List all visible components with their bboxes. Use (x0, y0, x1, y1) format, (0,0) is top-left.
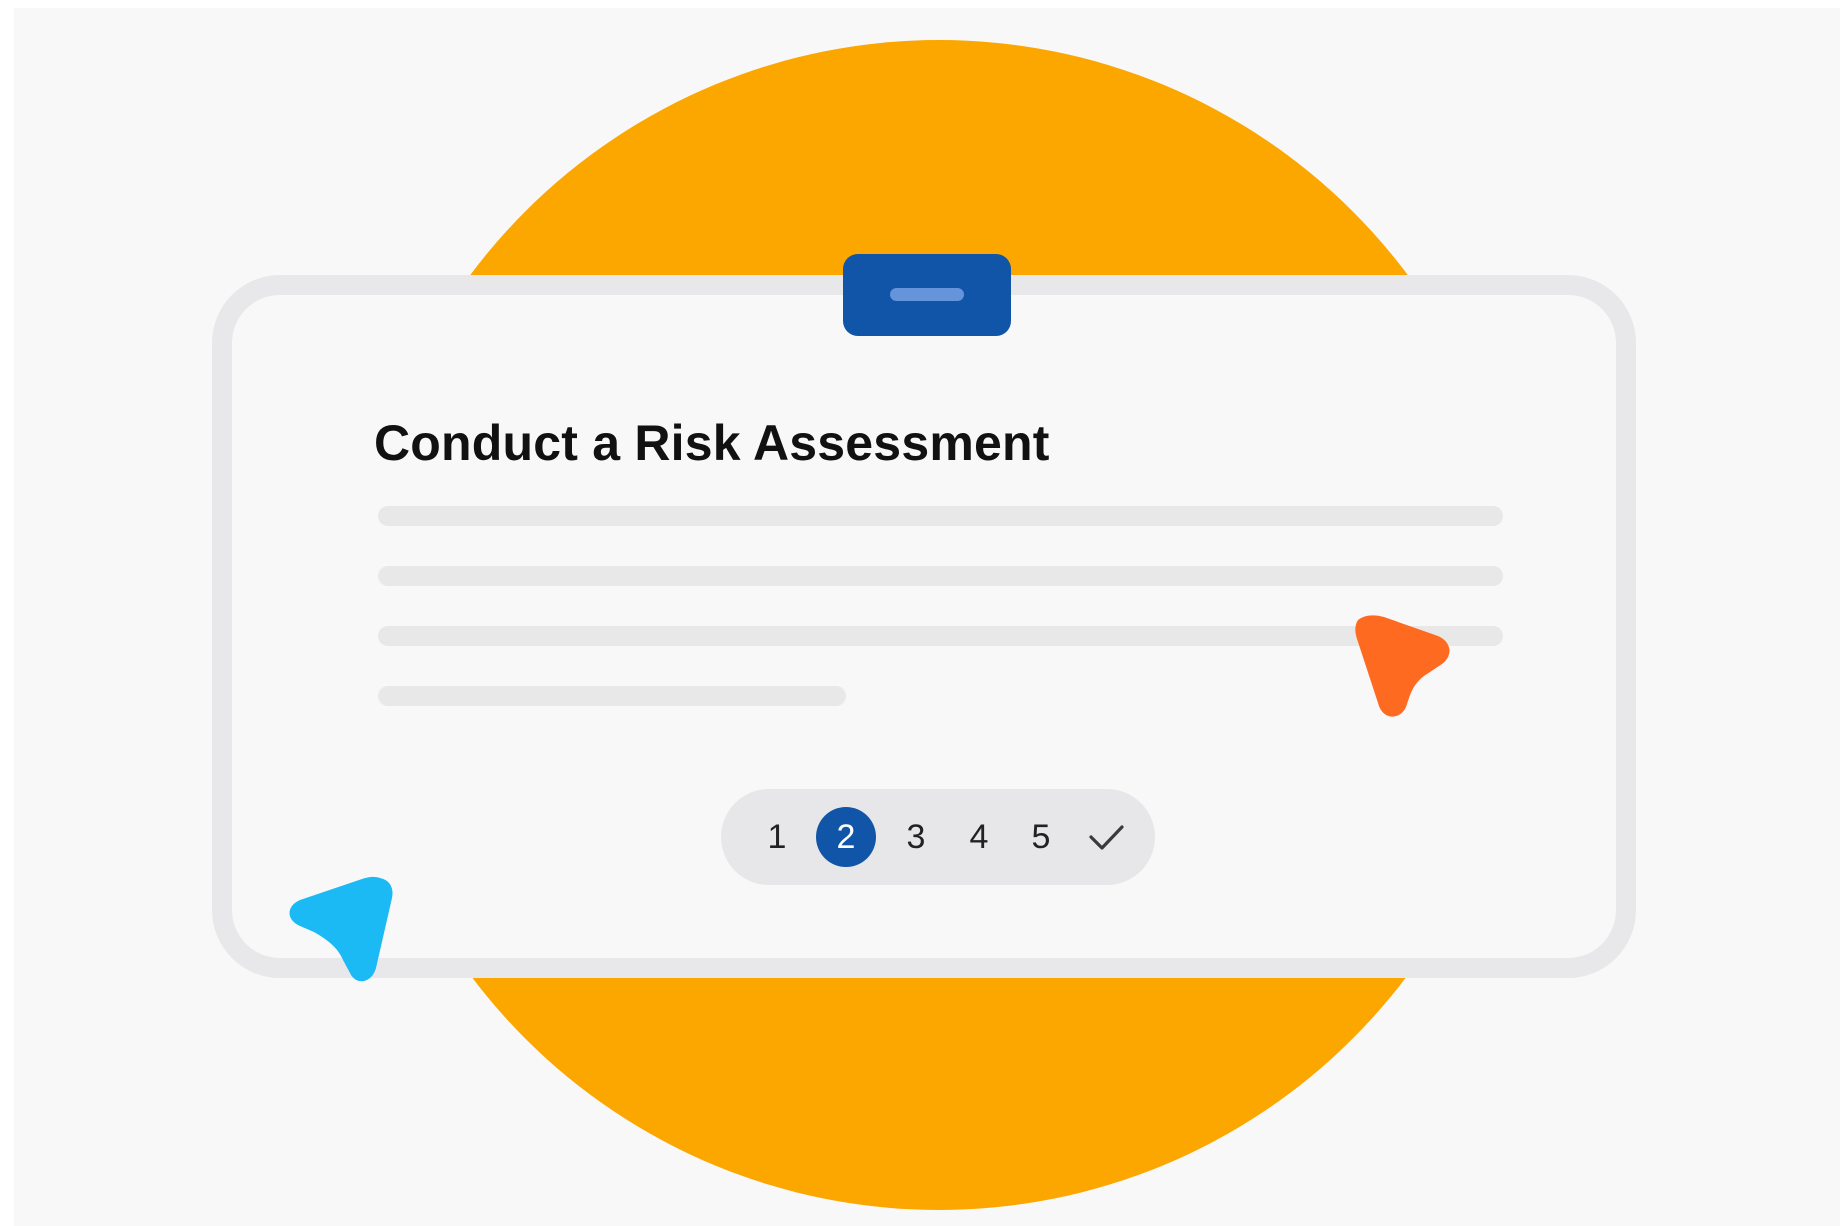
placeholder-text-line (378, 506, 1503, 526)
placeholder-text-line (378, 566, 1503, 586)
step-5-button[interactable]: 5 (1011, 807, 1071, 867)
clip-tab-icon (843, 254, 1011, 336)
placeholder-text-line (378, 686, 846, 706)
card-title: Conduct a Risk Assessment (374, 415, 1050, 471)
checkmark-icon[interactable] (1086, 817, 1126, 857)
step-3-button[interactable]: 3 (886, 807, 946, 867)
cursor-arrow-icon (289, 876, 393, 982)
step-2-button[interactable]: 2 (816, 807, 876, 867)
step-indicator: 1 2 3 4 5 (721, 789, 1155, 885)
step-1-button[interactable]: 1 (747, 807, 807, 867)
cursor-arrow-icon (1355, 615, 1450, 717)
illustration-canvas: Conduct a Risk Assessment 1 2 3 4 5 (14, 8, 1840, 1226)
clip-tab-bar (890, 288, 964, 301)
step-4-button[interactable]: 4 (949, 807, 1009, 867)
